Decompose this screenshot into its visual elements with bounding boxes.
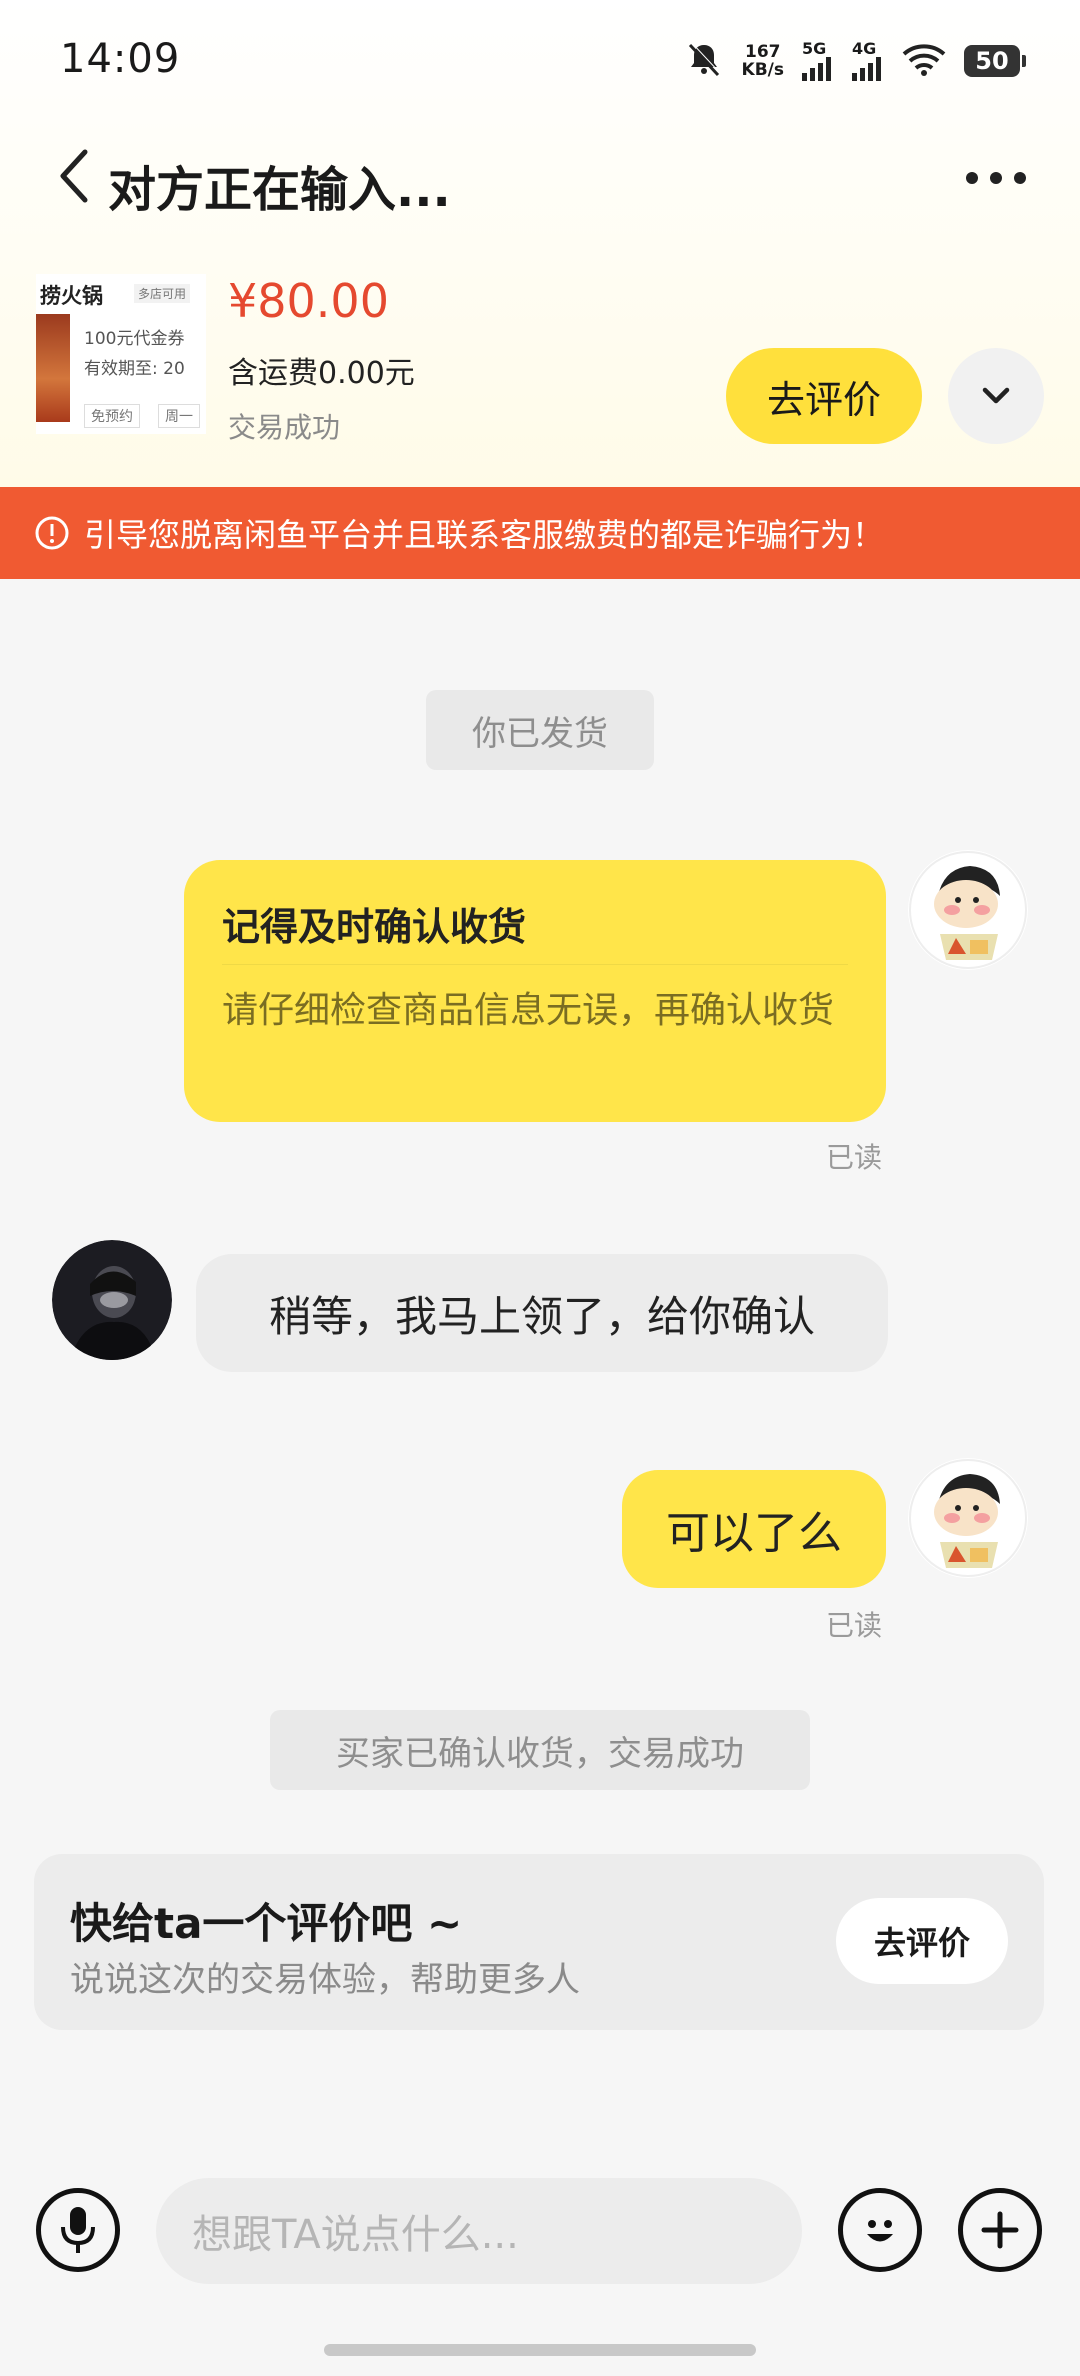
emoji-button[interactable] xyxy=(838,2188,922,2272)
confirm-reminder-card: 记得及时确认收货 请仔细检查商品信息无误，再确认收货 xyxy=(184,860,886,1122)
plus-icon xyxy=(981,2211,1019,2249)
review-prompt-card: 快给ta一个评价吧 ~ 说说这次的交易体验，帮助更多人 去评价 xyxy=(34,1854,1044,2030)
expand-button[interactable] xyxy=(948,348,1044,444)
system-message-shipped: 你已发货 xyxy=(426,690,654,770)
thumb-chip: 免预约 xyxy=(84,404,140,428)
fraud-warning-text: 引导您脱离闲鱼平台并且联系客服缴费的都是诈骗行为！ xyxy=(84,516,885,554)
more-dots-icon xyxy=(966,172,1026,184)
thumb-line: 100元代金券 xyxy=(84,329,185,349)
thumb-title: 捞火锅 xyxy=(40,284,103,308)
seller-message: 可以了么 xyxy=(622,1470,886,1588)
more-actions-button[interactable] xyxy=(958,2188,1042,2272)
signal-bars-icon xyxy=(802,57,831,81)
voucher-image: 捞火锅 多店可用 100元代金券 有效期至: 20 免预约 周一 xyxy=(36,274,206,434)
fraud-warning-bar: 引导您脱离闲鱼平台并且联系客服缴费的都是诈骗行为！ xyxy=(0,487,1080,579)
wifi-icon xyxy=(902,42,946,80)
net-speed-value: 167 xyxy=(745,42,781,62)
signal-4g: 4G xyxy=(852,41,884,81)
signal-4g-label: 4G xyxy=(852,39,877,58)
review-prompt-title: 快给ta一个评价吧 ~ xyxy=(70,1899,463,1948)
battery-indicator: 50 xyxy=(964,45,1026,77)
home-indicator[interactable] xyxy=(324,2344,756,2356)
thumb-tag: 多店可用 xyxy=(134,284,191,303)
smiley-icon xyxy=(867,2220,893,2242)
review-prompt-subtitle: 说说这次的交易体验，帮助更多人 xyxy=(70,1960,580,2000)
warning-circle-icon xyxy=(35,516,69,550)
read-receipt: 已读 xyxy=(826,1609,883,1642)
thumb-line: 有效期至: 20 xyxy=(84,359,185,379)
read-receipt: 已读 xyxy=(826,1141,883,1174)
status-time: 14:09 xyxy=(60,36,181,82)
cartoon-avatar-icon xyxy=(908,850,1028,970)
status-bar: 14:09 167 KB/s 5G 4G 50 xyxy=(0,0,1080,120)
microphone-icon xyxy=(61,2207,95,2253)
message-input[interactable]: 想跟TA说点什么... xyxy=(156,2178,802,2284)
product-summary[interactable]: 捞火锅 多店可用 100元代金券 有效期至: 20 免预约 周一 ¥80.00 … xyxy=(0,268,1080,468)
buyer-message: 稍等，我马上领了，给你确认 xyxy=(196,1254,888,1372)
thumb-chip: 周一 xyxy=(158,404,200,428)
voice-button[interactable] xyxy=(36,2188,120,2272)
product-price: ¥80.00 xyxy=(228,274,389,328)
net-speed: 167 KB/s xyxy=(742,43,784,79)
back-button[interactable] xyxy=(44,146,104,206)
cartoon-avatar-icon xyxy=(908,1458,1028,1578)
mute-bell-icon xyxy=(684,39,724,83)
shipping-fee: 含运费0.00元 xyxy=(228,356,415,391)
thumb-graphic xyxy=(36,314,70,422)
seller-avatar[interactable] xyxy=(908,850,1028,970)
net-speed-unit: KB/s xyxy=(741,60,784,80)
buyer-avatar[interactable] xyxy=(52,1240,172,1360)
chat-header: 对方正在输入... xyxy=(0,130,1080,230)
product-thumbnail[interactable]: 捞火锅 多店可用 100元代金券 有效期至: 20 免预约 周一 xyxy=(36,274,206,434)
seller-avatar[interactable] xyxy=(908,1458,1028,1578)
signal-5g-label: 5G xyxy=(802,39,827,58)
signal-bars-icon xyxy=(852,57,881,81)
card-divider xyxy=(222,964,848,965)
system-message-confirmed: 买家已确认收货，交易成功 xyxy=(270,1710,810,1790)
review-button-top[interactable]: 去评价 xyxy=(726,348,922,444)
page-title: 对方正在输入... xyxy=(108,162,451,218)
card-body: 请仔细检查商品信息无误，再确认收货 xyxy=(222,990,835,1031)
user-photo-avatar-icon xyxy=(52,1240,172,1360)
card-title: 记得及时确认收货 xyxy=(222,905,527,949)
signal-5g: 5G xyxy=(802,41,834,81)
trade-status: 交易成功 xyxy=(228,411,341,444)
review-button[interactable]: 去评价 xyxy=(836,1898,1008,1984)
status-icons: 167 KB/s 5G 4G 50 xyxy=(684,36,1026,86)
more-button[interactable] xyxy=(956,148,1036,208)
chevron-down-icon xyxy=(982,387,1010,404)
chevron-left-icon xyxy=(60,149,88,203)
input-bar: 想跟TA说点什么... xyxy=(0,2150,1080,2330)
